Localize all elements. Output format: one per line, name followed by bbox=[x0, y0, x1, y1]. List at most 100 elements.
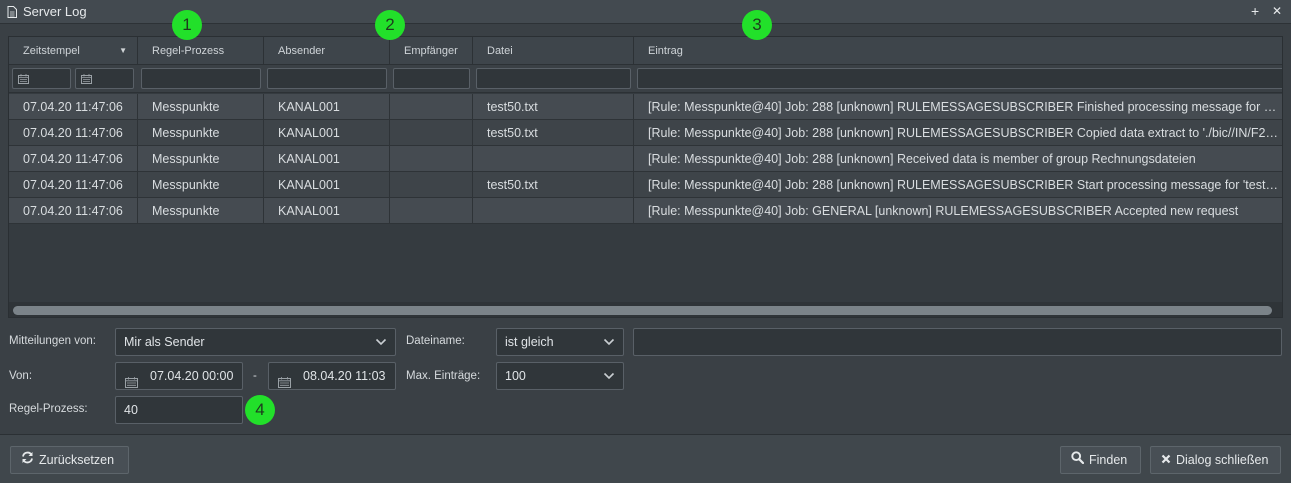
table-row[interactable]: 07.04.20 11:47:06 Messpunkte KANAL001 [Rule… bbox=[9, 198, 1282, 224]
filter-regel-prozess[interactable] bbox=[141, 68, 261, 89]
find-button[interactable]: Finden bbox=[1060, 446, 1141, 474]
calendar-icon bbox=[18, 73, 29, 87]
sort-desc-icon[interactable]: ▼ bbox=[119, 37, 127, 65]
column-header-zeitstempel[interactable]: Zeitstempel ▼ bbox=[9, 37, 138, 65]
filter-eintrag[interactable] bbox=[637, 68, 1282, 89]
cell-absender: KANAL001 bbox=[264, 146, 390, 172]
annotation-marker-3: 3 bbox=[742, 10, 772, 40]
filter-row bbox=[9, 65, 1282, 93]
cell-empfaenger bbox=[390, 120, 473, 146]
max-eintraege-select[interactable]: 100 bbox=[496, 362, 624, 390]
calendar-icon[interactable] bbox=[278, 371, 291, 397]
document-icon bbox=[7, 5, 17, 18]
cell-datei bbox=[473, 146, 634, 172]
calendar-icon[interactable] bbox=[125, 371, 138, 397]
column-label: Eintrag bbox=[648, 45, 683, 57]
chevron-down-icon bbox=[603, 329, 615, 364]
column-header-absender[interactable]: Absender bbox=[264, 37, 390, 65]
column-header-eintrag[interactable]: Eintrag bbox=[634, 37, 1282, 65]
cell-absender: KANAL001 bbox=[264, 172, 390, 198]
button-label: Dialog schließen bbox=[1176, 453, 1269, 467]
filter-date-from[interactable] bbox=[12, 68, 71, 89]
column-header-empfaenger[interactable]: Empfänger bbox=[390, 37, 473, 65]
filter-datei[interactable] bbox=[476, 68, 631, 89]
cell-absender: KANAL001 bbox=[264, 198, 390, 224]
cell-datei bbox=[473, 198, 634, 224]
reset-button[interactable]: Zurücksetzen bbox=[10, 446, 129, 474]
cell-datei: test50.txt bbox=[473, 120, 634, 146]
mitteilungen-select[interactable]: Mir als Sender bbox=[115, 328, 396, 356]
dateiname-label: Dateiname: bbox=[406, 335, 465, 347]
search-icon bbox=[1071, 447, 1085, 473]
refresh-icon bbox=[21, 447, 34, 473]
cell-eintrag: [Rule: Messpunkte@40] Job: 288 [unknown]… bbox=[648, 152, 1196, 166]
cell-regel-prozess: Messpunkte bbox=[138, 120, 264, 146]
cell-eintrag: [Rule: Messpunkte@40] Job: GENERAL [unkn… bbox=[648, 204, 1239, 218]
date-to-input[interactable]: 08.04.20 11:03 bbox=[268, 362, 396, 390]
grid-header: Zeitstempel ▼ Regel-Prozess Absender Emp… bbox=[9, 37, 1282, 65]
table-row[interactable]: 07.04.20 11:47:06 Messpunkte KANAL001 test5… bbox=[9, 172, 1282, 198]
range-separator: - bbox=[253, 370, 257, 382]
column-header-datei[interactable]: Datei bbox=[473, 37, 634, 65]
add-icon[interactable]: + bbox=[1251, 3, 1259, 19]
cell-zeitstempel: 07.04.20 11:47:06 bbox=[9, 94, 138, 120]
cell-regel-prozess: Messpunkte bbox=[138, 94, 264, 120]
cell-regel-prozess: Messpunkte bbox=[138, 172, 264, 198]
dateiname-operator-select[interactable]: ist gleich bbox=[496, 328, 624, 356]
dialog-footer: Zurücksetzen Finden Dialog schließen bbox=[0, 434, 1291, 483]
regel-prozess-input[interactable]: 40 bbox=[115, 396, 243, 424]
select-value: ist gleich bbox=[505, 335, 554, 349]
cell-eintrag: [Rule: Messpunkte@40] Job: 288 [unknown]… bbox=[648, 126, 1283, 140]
dateiname-input[interactable] bbox=[633, 328, 1282, 356]
cell-zeitstempel: 07.04.20 11:47:06 bbox=[9, 146, 138, 172]
log-grid: Zeitstempel ▼ Regel-Prozess Absender Emp… bbox=[8, 36, 1283, 318]
cell-datei: test50.txt bbox=[473, 172, 634, 198]
filter-empfaenger[interactable] bbox=[393, 68, 470, 89]
select-value: 100 bbox=[505, 369, 526, 383]
mitteilungen-label: Mitteilungen von: bbox=[9, 335, 96, 347]
cell-absender: KANAL001 bbox=[264, 94, 390, 120]
cell-zeitstempel: 07.04.20 11:47:06 bbox=[9, 172, 138, 198]
cell-eintrag: [Rule: Messpunkte@40] Job: 288 [unknown]… bbox=[648, 178, 1283, 192]
annotation-marker-4: 4 bbox=[245, 395, 275, 425]
filter-date-to[interactable] bbox=[75, 68, 134, 89]
chevron-down-icon bbox=[603, 363, 615, 398]
date-from-input[interactable]: 07.04.20 00:00 bbox=[115, 362, 243, 390]
cell-regel-prozess: Messpunkte bbox=[138, 146, 264, 172]
max-eintraege-label: Max. Einträge: bbox=[406, 370, 481, 382]
column-header-regel-prozess[interactable]: Regel-Prozess bbox=[138, 37, 264, 65]
cell-empfaenger bbox=[390, 146, 473, 172]
date-value: 08.04.20 11:03 bbox=[303, 369, 386, 383]
chevron-down-icon bbox=[375, 329, 387, 364]
column-label: Empfänger bbox=[404, 45, 458, 57]
select-value: Mir als Sender bbox=[124, 335, 205, 349]
scrollbar-thumb[interactable] bbox=[13, 306, 1272, 315]
cell-empfaenger bbox=[390, 172, 473, 198]
cell-zeitstempel: 07.04.20 11:47:06 bbox=[9, 120, 138, 146]
column-label: Absender bbox=[278, 45, 326, 57]
button-label: Zurücksetzen bbox=[39, 453, 115, 467]
filter-absender[interactable] bbox=[267, 68, 387, 89]
von-label: Von: bbox=[9, 370, 33, 382]
table-row[interactable]: 07.04.20 11:47:06 Messpunkte KANAL001 test5… bbox=[9, 120, 1282, 146]
column-label: Regel-Prozess bbox=[152, 45, 225, 57]
cell-empfaenger bbox=[390, 94, 473, 120]
column-label: Datei bbox=[487, 45, 513, 57]
annotation-marker-1: 1 bbox=[172, 10, 202, 40]
cell-datei: test50.txt bbox=[473, 94, 634, 120]
table-row[interactable]: 07.04.20 11:47:06 Messpunkte KANAL001 test5… bbox=[9, 94, 1282, 120]
cell-regel-prozess: Messpunkte bbox=[138, 198, 264, 224]
window-title: Server Log bbox=[23, 4, 87, 19]
close-dialog-button[interactable]: Dialog schließen bbox=[1150, 446, 1281, 474]
button-label: Finden bbox=[1089, 453, 1128, 467]
column-label: Zeitstempel bbox=[23, 45, 80, 57]
cell-eintrag: [Rule: Messpunkte@40] Job: 288 [unknown]… bbox=[648, 100, 1283, 114]
cell-absender: KANAL001 bbox=[264, 120, 390, 146]
annotation-marker-2: 2 bbox=[375, 10, 405, 40]
close-icon bbox=[1161, 447, 1171, 473]
horizontal-scrollbar[interactable] bbox=[9, 302, 1282, 317]
calendar-icon bbox=[81, 73, 92, 87]
table-row[interactable]: 07.04.20 11:47:06 Messpunkte KANAL001 [Rule… bbox=[9, 146, 1282, 172]
close-icon[interactable]: ✕ bbox=[1272, 3, 1282, 19]
regel-prozess-label: Regel-Prozess: bbox=[9, 403, 88, 415]
